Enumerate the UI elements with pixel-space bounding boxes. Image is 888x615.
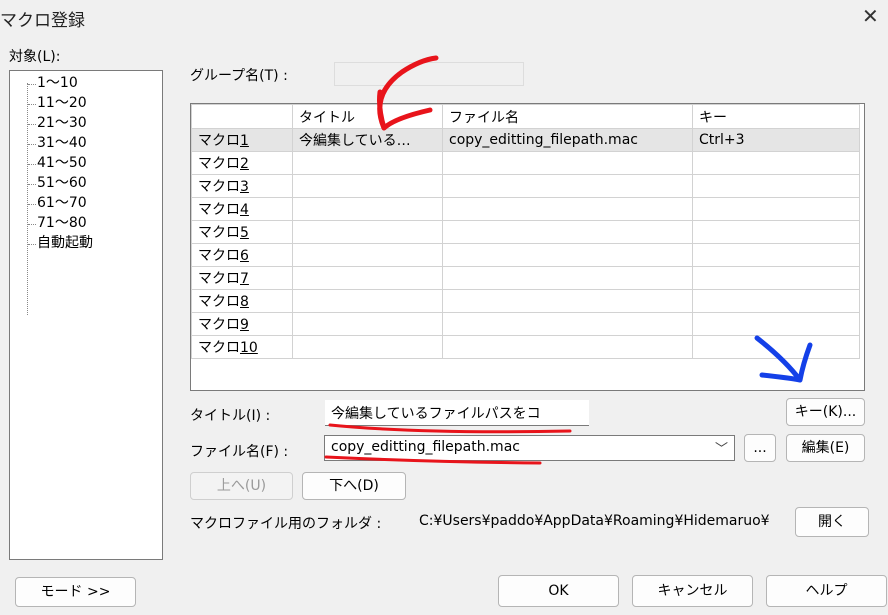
blue-arrow-annotation: [754, 335, 813, 383]
red-underline-file: [324, 455, 542, 465]
red-arrow-annotation: [377, 55, 439, 131]
red-underline-title: [328, 423, 572, 434]
annotation-layer: [324, 55, 813, 465]
